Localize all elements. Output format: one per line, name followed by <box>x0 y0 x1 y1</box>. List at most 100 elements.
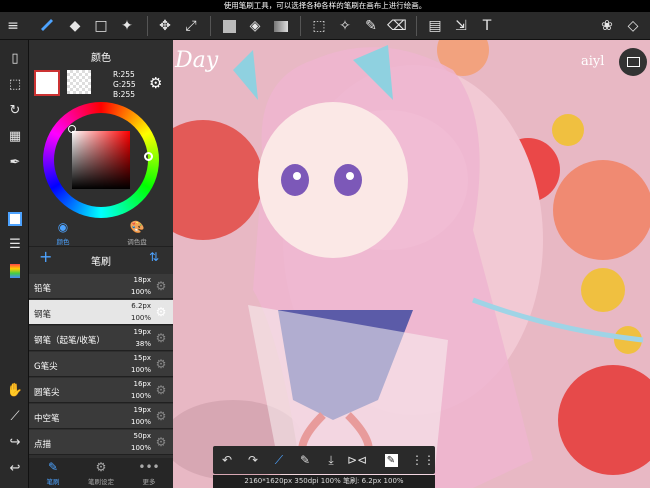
shape-tool-icon[interactable]: □ <box>90 15 112 37</box>
brush-icon: ✎ <box>47 460 59 474</box>
brush-item[interactable]: 铅笔 18px 100% ⚙ <box>29 274 173 299</box>
transform-icon[interactable]: ⤢ <box>180 15 202 37</box>
brush-item[interactable]: 钢笔 6.2px 100% ⚙ <box>29 300 173 325</box>
palette-bar-icon[interactable] <box>4 260 26 282</box>
side-panel: 颜色 R:255 G:255 B:255 ⚙ ◉ 颜色 🎨 调色盘 + 笔刷 ⇅ 铅… <box>29 40 173 488</box>
brush-opacity: 100% <box>130 314 151 322</box>
brush-item[interactable]: 点描 50px 100% ⚙ <box>29 430 173 455</box>
tab-brush-settings[interactable]: ⚙ 笔刷设定 <box>77 458 125 488</box>
hue-picker-cursor[interactable] <box>144 152 153 161</box>
brush-name: 钢笔（起笔/收笔） <box>34 336 105 346</box>
brush-settings-gear-icon[interactable]: ⚙ <box>153 278 169 294</box>
panel-layout-icon[interactable]: ▤ <box>424 15 446 37</box>
undo-icon[interactable]: ↩ <box>4 458 26 480</box>
gradient-icon[interactable] <box>270 15 292 37</box>
brush-size: 18px <box>133 276 152 284</box>
color-tab-icon: ◉ <box>57 220 69 234</box>
select-icon[interactable]: ⬚ <box>4 74 26 96</box>
tab-more-label: 更多 <box>142 478 156 486</box>
drawing-canvas[interactable]: Day aiyl <box>173 40 650 488</box>
blue-value: B:255 <box>113 90 135 99</box>
fill-swatch <box>222 19 236 33</box>
brush-item[interactable]: G笔尖 15px 100% ⚙ <box>29 352 173 377</box>
brush-tool-icon[interactable] <box>36 15 58 37</box>
redo-icon[interactable]: ↪ <box>4 432 26 454</box>
material-icon[interactable]: ❀ <box>596 15 618 37</box>
color-swap-icon[interactable] <box>4 208 26 230</box>
brush-item[interactable]: 圆笔尖 16px 100% ⚙ <box>29 378 173 403</box>
sort-icon[interactable]: ⇅ <box>149 250 159 264</box>
layers-icon[interactable]: ◇ <box>622 15 644 37</box>
main-color-swatch[interactable] <box>34 70 60 96</box>
brush-opacity: 100% <box>130 392 151 400</box>
brush-settings-icon: ⚙ <box>95 460 107 474</box>
brush-settings-gear-icon[interactable]: ⚙ <box>153 356 169 372</box>
canvas-text-left: Day <box>175 48 219 73</box>
snap-pen-icon[interactable]: ✒ <box>4 152 26 174</box>
brush-settings-gear-icon[interactable]: ⚙ <box>153 330 169 346</box>
brush-size: 16px <box>133 380 152 388</box>
brush-item[interactable]: 钢笔（起笔/收笔） 19px 38% ⚙ <box>29 326 173 351</box>
toolbar-divider <box>300 16 301 36</box>
select-pen-icon[interactable]: ✎ <box>360 15 382 37</box>
stabilizer-icon[interactable]: ⟋ <box>269 450 289 470</box>
status-message: 使用笔刷工具，可以选择各种各样的笔刷在画布上进行绘画。 <box>223 1 427 10</box>
layer-list-icon[interactable]: ☰ <box>4 234 26 256</box>
brush-settings-gear-icon[interactable]: ⚙ <box>153 434 169 450</box>
brush-settings-gear-icon[interactable]: ⚙ <box>153 304 169 320</box>
green-value: G:255 <box>113 80 136 89</box>
redo-bottom-icon[interactable]: ↷ <box>243 450 263 470</box>
tab-color-label: 颜色 <box>56 238 70 246</box>
select-rect-icon[interactable]: ⬚ <box>308 15 330 37</box>
color-picker-cursor[interactable] <box>68 125 76 133</box>
rgb-readout: R:255 G:255 B:255 <box>113 70 136 100</box>
transparent-swatch[interactable] <box>67 70 91 94</box>
brush-name: 点描 <box>34 440 52 450</box>
brush-opacity: 100% <box>130 288 151 296</box>
auto-select-icon[interactable]: ✧ <box>334 15 356 37</box>
undo-bottom-icon[interactable]: ↶ <box>217 450 237 470</box>
eyedropper-icon[interactable]: ⟋ <box>4 406 26 428</box>
grid-menu-icon[interactable]: ⋮⋮ <box>411 450 435 470</box>
eraser-tool-icon[interactable]: ◆ <box>64 15 86 37</box>
brush-size: 50px <box>133 432 152 440</box>
flip-icon[interactable]: ⊳⊲ <box>347 450 367 470</box>
hand-icon[interactable]: ✋ <box>4 380 26 402</box>
tab-color[interactable]: ◉ 颜色 <box>39 218 87 248</box>
tab-palette[interactable]: 🎨 调色盘 <box>113 218 161 248</box>
color-settings-gear-icon[interactable]: ⚙ <box>149 74 162 92</box>
bucket-icon[interactable]: ◈ <box>244 15 266 37</box>
hue-wheel[interactable] <box>43 102 159 218</box>
brush-opacity: 100% <box>130 444 151 452</box>
saturation-square[interactable] <box>72 131 130 189</box>
tab-brush[interactable]: ✎ 笔刷 <box>29 458 77 488</box>
brush-name: 中空笔 <box>34 414 60 424</box>
brush-settings-gear-icon[interactable]: ⚙ <box>153 408 169 424</box>
text-tool-icon[interactable]: T <box>476 15 498 37</box>
canvas-text-right: aiyl <box>581 54 605 69</box>
color-panel-title: 颜色 <box>91 53 111 64</box>
toolbar-divider <box>416 16 417 36</box>
edit-pen-icon[interactable]: ✎ <box>381 450 401 470</box>
brush-item[interactable]: 中空笔 19px 100% ⚙ <box>29 404 173 429</box>
swatch-white <box>8 211 22 226</box>
select-eraser-icon[interactable]: ⌫ <box>386 15 408 37</box>
brush-settings-gear-icon[interactable]: ⚙ <box>153 382 169 398</box>
bottom-toolbar: ↶ ↷ ⟋ ✎ ⤓ ⊳⊲ ✎ ⋮⋮ <box>213 446 435 474</box>
tab-more[interactable]: ••• 更多 <box>125 458 173 488</box>
brush-size: 6.2px <box>131 302 151 310</box>
ruler-icon[interactable]: ▦ <box>4 126 26 148</box>
menu-icon[interactable]: ≡ <box>2 15 24 37</box>
download-icon[interactable]: ⤓ <box>321 450 341 470</box>
hand-select-icon[interactable]: ⇲ <box>450 15 472 37</box>
rotate-icon[interactable]: ↻ <box>4 100 26 122</box>
canvas-overlay-button[interactable] <box>619 48 647 76</box>
brush-svg <box>41 19 53 31</box>
fill-color-icon[interactable] <box>218 15 240 37</box>
brush-name: 钢笔 <box>34 310 52 320</box>
palette-swatch <box>10 263 20 278</box>
dropper-bottom-icon[interactable]: ✎ <box>295 450 315 470</box>
magic-wand-icon[interactable]: ✦ <box>116 15 138 37</box>
move-icon[interactable]: ✥ <box>154 15 176 37</box>
page-icon[interactable]: ▯ <box>4 48 26 70</box>
